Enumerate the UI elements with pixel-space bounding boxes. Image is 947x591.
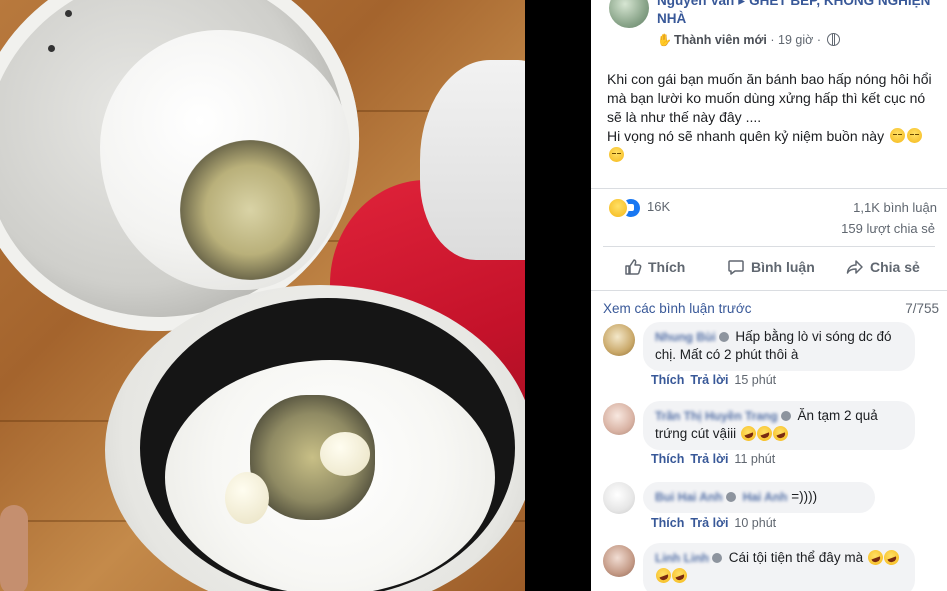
commenter-avatar[interactable] [603, 324, 635, 356]
separator-arrow: ▸ [738, 0, 746, 8]
rofl-emoji-icon [754, 423, 774, 444]
commenter-avatar[interactable] [603, 403, 635, 435]
commenter-name[interactable]: Trần Thị Huyền Trang [655, 409, 778, 423]
comment-time[interactable]: 11 phút [734, 452, 775, 466]
speech-bubble-icon [728, 260, 744, 275]
comment-bubble: Bui Hai Anh Hai Anh =)))) [643, 482, 875, 513]
author-name[interactable]: Nguyen Van [657, 0, 734, 8]
comment-text: Cái tội tiện thể đây mà [728, 550, 864, 565]
divider [603, 246, 935, 247]
post-text-line-2: Hi vọng nó sẽ nhanh quên kỷ niệm buồn nà… [607, 127, 937, 165]
comment-actions: Thích Trả lời 10 phút [651, 516, 776, 530]
rofl-emoji-icon [669, 565, 690, 586]
pensive-emoji-icon [889, 128, 905, 143]
globe-icon[interactable] [827, 33, 841, 46]
reactions-bar[interactable]: 16K 1,1K bình luận [607, 196, 937, 219]
quail-egg [320, 432, 370, 476]
post-text-line: Khi con gái bạn muốn ăn bánh bao hấp nón… [607, 71, 932, 125]
divider [591, 290, 947, 291]
share-button[interactable]: Chia sẻ [846, 258, 920, 276]
bun-filling [180, 140, 320, 280]
wave-hand-icon: ✋ [657, 33, 672, 47]
rofl-emoji-icon [881, 547, 901, 568]
like-button[interactable]: Thích [624, 258, 685, 276]
lid-hole [48, 45, 55, 52]
shares-count[interactable]: 159 lượt chia sẻ [841, 221, 935, 236]
group-badge-icon [780, 411, 791, 421]
post-text: Khi con gái bạn muốn ăn bánh bao hấp nón… [607, 70, 937, 165]
comment-actions: Thích Trả lời 15 phút [651, 373, 776, 387]
quail-egg [225, 472, 269, 524]
member-badge[interactable]: Thành viên mới [674, 33, 767, 47]
finger [0, 505, 28, 591]
comment-text: =)))) [791, 489, 818, 504]
comment-bubble: Nhung Bùi Hấp bằng lò vi sóng dc đó chị.… [643, 322, 915, 371]
comment-button[interactable]: Bình luận [727, 258, 815, 276]
commenter-name[interactable]: Linh Linh [655, 551, 709, 565]
comment-like-link[interactable]: Thích [651, 516, 684, 530]
comment-page-count: 7/755 [905, 301, 939, 316]
tagged-user[interactable]: Hai Anh [743, 490, 788, 504]
comment-reply-link[interactable]: Trả lời [690, 452, 728, 466]
comment-reply-link[interactable]: Trả lời [690, 516, 728, 530]
comment-bubble: Linh Linh Cái tội tiện thể đây mà [643, 543, 915, 591]
pensive-emoji-icon [906, 128, 922, 143]
comments-count[interactable]: 1,1K bình luận [853, 200, 937, 215]
author-avatar[interactable] [609, 0, 649, 28]
meta-dot: · [770, 33, 775, 47]
reaction-count[interactable]: 16K [647, 199, 670, 214]
meta-dot: · [816, 33, 821, 47]
post-meta: ✋ Thành viên mới · 19 giờ · [657, 33, 841, 47]
comment-actions: Thích Trả lời 11 phút [651, 452, 775, 466]
post-header: Nguyen Van ▸ GHÉT BẾP, KHÔNG NGHIỆN NHÀ ✋ T… [591, 0, 947, 55]
rofl-emoji-icon [653, 565, 674, 586]
comment-like-link[interactable]: Thích [651, 373, 684, 387]
group-badge-icon [725, 492, 736, 502]
comment-bubble: Trần Thị Huyền Trang Ăn tạm 2 quả trứng … [643, 401, 915, 450]
group-badge-icon [718, 332, 729, 342]
post-time[interactable]: 19 giờ [778, 33, 813, 47]
thumbs-up-icon [625, 259, 642, 275]
post-photo[interactable] [0, 0, 525, 591]
post-text-line-2-text: Hi vọng nó sẽ nhanh quên kỷ niệm buồn nà… [607, 128, 885, 144]
like-label: Thích [648, 259, 686, 275]
commenter-name[interactable]: Bui Hai Anh [655, 490, 723, 504]
group-badge-icon [711, 553, 722, 563]
comment-label: Bình luận [751, 259, 815, 275]
post-panel: Nguyen Van ▸ GHÉT BẾP, KHÔNG NGHIỆN NHÀ ✋ T… [591, 0, 947, 591]
view-previous-comments-link[interactable]: Xem các bình luận trước [603, 301, 751, 316]
rofl-emoji-icon [865, 547, 885, 568]
lid-hole [65, 10, 72, 17]
child-arm [420, 60, 525, 260]
rofl-emoji-icon [738, 423, 758, 444]
post-author-line: Nguyen Van ▸ GHÉT BẾP, KHÔNG NGHIỆN NHÀ [657, 0, 937, 28]
share-arrow-icon [846, 260, 863, 274]
comment-like-link[interactable]: Thích [651, 452, 684, 466]
divider [591, 188, 947, 189]
comment-time[interactable]: 15 phút [734, 373, 776, 387]
comment-time[interactable]: 10 phút [734, 516, 776, 530]
comment-reply-link[interactable]: Trả lời [690, 373, 728, 387]
haha-reaction-icon [607, 197, 629, 219]
commenter-avatar[interactable] [603, 545, 635, 577]
share-label: Chia sẻ [870, 259, 920, 275]
rofl-emoji-icon [770, 423, 790, 444]
pensive-emoji-icon [609, 147, 624, 162]
commenter-name[interactable]: Nhung Bùi [655, 330, 716, 344]
commenter-avatar[interactable] [603, 482, 635, 514]
action-bar: Thích Bình luận Chia sẻ [591, 252, 947, 286]
